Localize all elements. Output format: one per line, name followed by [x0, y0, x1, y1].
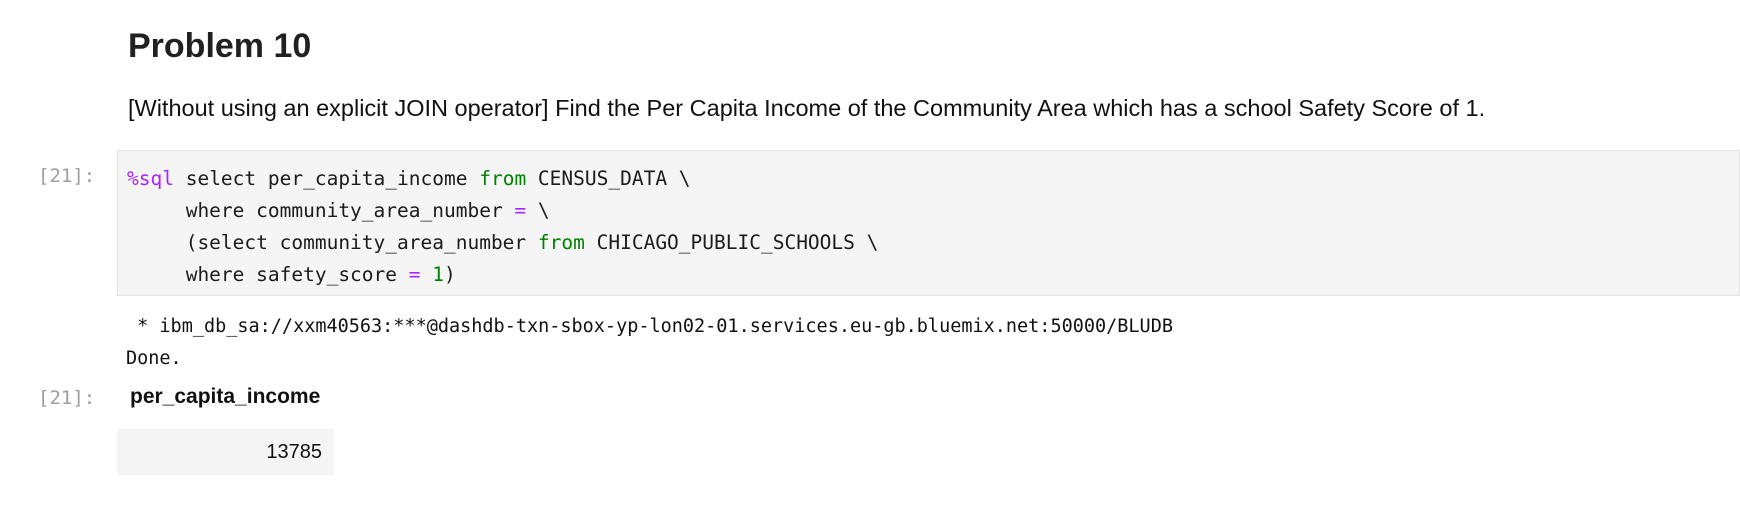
problem-description: [Without using an explicit JOIN operator…	[128, 95, 1486, 121]
number-literal: 1	[432, 263, 445, 286]
code-token: where safety_score	[127, 263, 409, 286]
result-column-header: per_capita_income	[130, 385, 321, 408]
code-token: )	[444, 263, 456, 286]
keyword-from: from	[479, 167, 527, 190]
keyword-from: from	[537, 231, 585, 254]
sql-magic: %sql	[127, 167, 174, 190]
code-token: CHICAGO_PUBLIC_SCHOOLS \	[584, 231, 879, 254]
operator-equals: =	[514, 199, 527, 222]
output-prompt: [21]:	[38, 387, 96, 409]
connection-string: * ibm_db_sa://xxm40563:***@dashdb-txn-sb…	[126, 316, 1173, 337]
cell-stdout: * ibm_db_sa://xxm40563:***@dashdb-txn-sb…	[126, 311, 1173, 375]
code-token: where community_area_number	[127, 199, 515, 222]
code-token: (select community_area_number	[127, 231, 538, 254]
code-token: CENSUS_DATA \	[526, 167, 691, 190]
operator-equals: =	[408, 263, 421, 286]
code-text: %sql select per_capita_income from CENSU…	[127, 163, 1739, 291]
status-text: Done.	[126, 348, 182, 369]
code-token: \	[526, 199, 550, 222]
input-prompt: [21]:	[38, 165, 96, 187]
markdown-heading: Problem 10	[128, 27, 312, 65]
code-cell-editor[interactable]: %sql select per_capita_income from CENSU…	[117, 150, 1740, 296]
code-token: select per_capita_income	[173, 167, 480, 190]
result-table-cell: 13785	[117, 429, 334, 475]
